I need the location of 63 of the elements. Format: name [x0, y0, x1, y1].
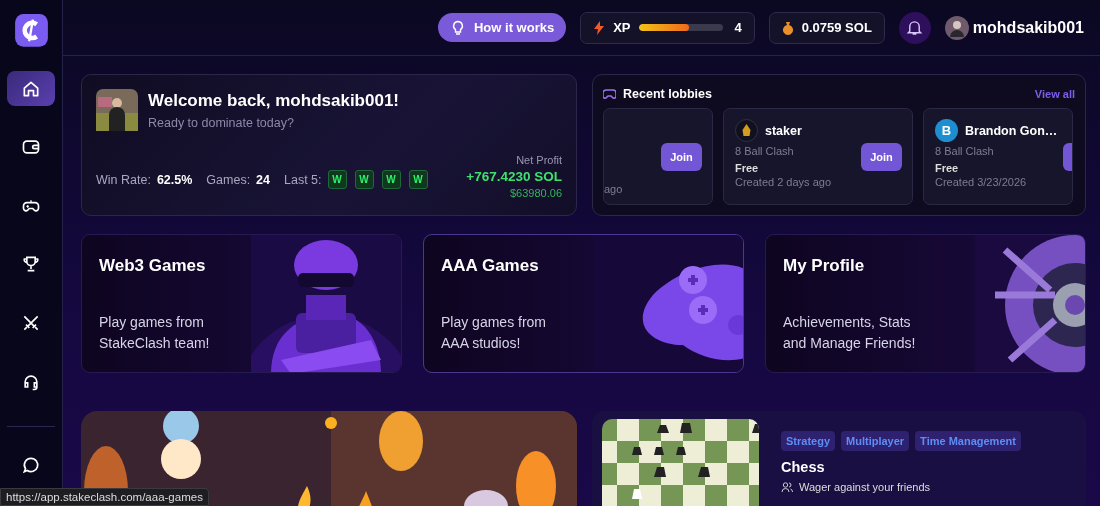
money-bag-icon — [781, 20, 794, 35]
stat-label: Last 5: — [284, 172, 322, 187]
stat-label: Games: — [206, 172, 251, 187]
card-title: My Profile — [783, 256, 866, 276]
xp-label: XP — [613, 20, 631, 35]
lobby-card[interactable]: staker 8 Ball Clash Free Created 2 days ago Join — [723, 108, 913, 205]
trophy-icon — [21, 254, 41, 275]
gamepad-icon — [603, 88, 616, 100]
welcome-subtitle: Ready to dominate today? — [148, 116, 295, 130]
created-time: Created 3/23/2026 — [935, 176, 1028, 188]
welcome-title: Welcome back, mohdsakib001! — [148, 91, 399, 111]
status-url: https://app.stakeclash.com/aaa-games — [6, 491, 203, 503]
profit-label: Net Profit — [515, 153, 562, 168]
tag: Strategy — [781, 431, 836, 451]
stake-label: Free — [935, 162, 960, 174]
chat-icon — [21, 455, 41, 476]
view-all-link[interactable]: View all — [1034, 88, 1075, 100]
logo-icon — [13, 14, 49, 47]
avatar: B — [935, 119, 958, 142]
join-button[interactable]: Join — [861, 143, 902, 171]
xp-level: 4 — [734, 20, 742, 35]
section-title: Recent lobbies — [623, 87, 712, 101]
lobby-card[interactable]: B Brandon Gon… 8 Ball Clash Free Created 3/23/2026 — [923, 108, 1073, 205]
result-badge: W — [408, 170, 428, 189]
tag: Multiplayer — [841, 431, 910, 451]
join-button[interactable]: Join — [661, 143, 702, 171]
stat-value: 62.5% — [156, 172, 193, 187]
users-icon — [781, 481, 793, 493]
tag: Time Management — [915, 431, 1021, 451]
how-it-works-button[interactable]: How it works — [437, 13, 567, 42]
feature-card[interactable]: AAA Games Play games from AAA studios! — [423, 234, 744, 373]
game-name: 8 Ball Clash — [935, 145, 995, 157]
result-badge: W — [327, 170, 347, 189]
card-description: Achievements, Stats and Manage Friends! — [783, 313, 916, 353]
balance-amount: 0.0759 SOL — [801, 20, 872, 35]
card-description: Play games from AAA studios! — [441, 313, 547, 353]
username[interactable]: mohdsakib001 — [972, 18, 1084, 37]
result-badge: W — [381, 170, 401, 189]
created-time: ago — [604, 183, 623, 195]
profit-usd: $63980.06 — [509, 186, 562, 201]
stat-label: Win Rate: — [96, 172, 151, 187]
avatar — [944, 15, 969, 40]
feature-card[interactable]: My Profile Achievements, Stats and Manage Friends! — [765, 234, 1086, 373]
stat-value: 24 — [256, 172, 270, 187]
created-time: Created 2 days ago — [735, 176, 832, 188]
game-subtitle: Wager against your friends — [799, 481, 931, 493]
profit-amount: +767.4230 SOL — [466, 167, 562, 186]
card-title: AAA Games — [441, 256, 540, 276]
host-name: Brandon Gon… — [965, 123, 1058, 138]
notifications-button[interactable] — [898, 11, 931, 44]
game-title: Chess — [781, 459, 826, 475]
avatar — [735, 119, 758, 142]
nav-item[interactable] — [7, 70, 55, 107]
bell-icon — [906, 19, 924, 36]
card-title: Web3 Games — [99, 256, 207, 276]
lobby-card[interactable]: ago Join — [603, 108, 713, 205]
host-name: staker — [765, 123, 802, 138]
lightning-icon — [593, 20, 606, 35]
card-description: Play games from StakeClash team! — [99, 313, 210, 353]
avatar — [96, 89, 138, 131]
feature-card[interactable]: Web3 Games Play games from StakeClash team! — [81, 234, 402, 373]
stake-label: Free — [735, 162, 760, 174]
result-badge: W — [354, 170, 374, 189]
